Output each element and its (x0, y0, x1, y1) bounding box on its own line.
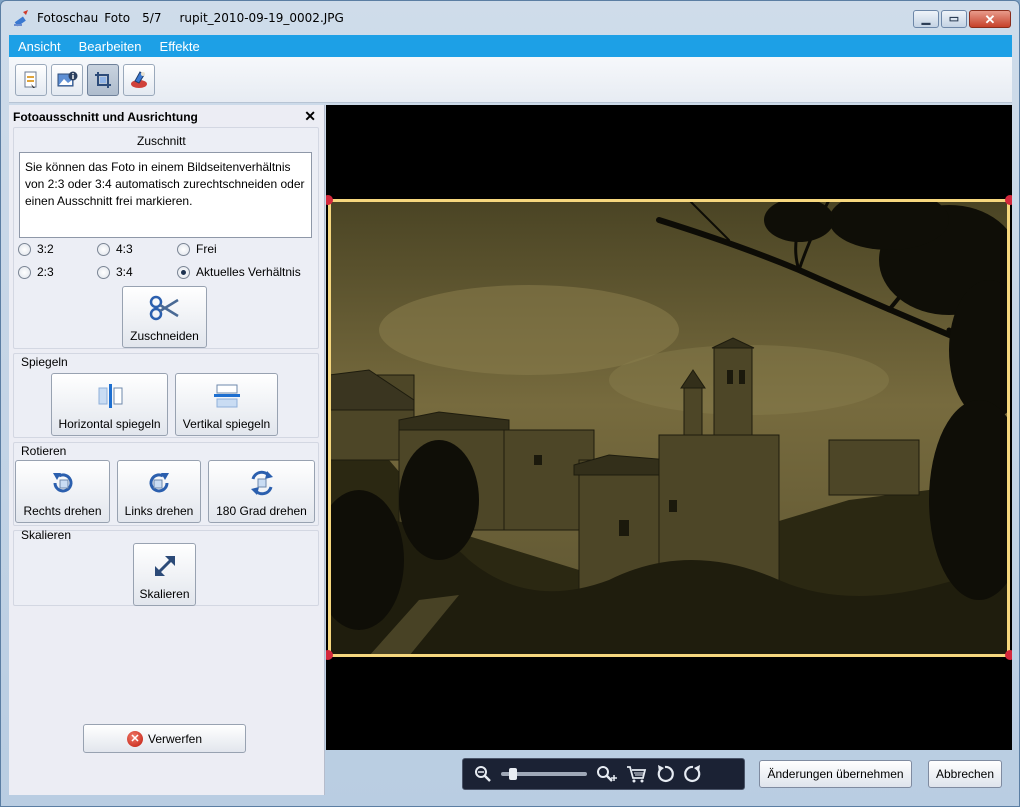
scale-group-label: Skalieren (21, 528, 72, 542)
window-title-file: rupit_2010-09-19_0002.JPG (179, 11, 344, 25)
page-tool-icon (24, 71, 37, 88)
zoom-slider-knob[interactable] (509, 768, 517, 780)
apply-changes-label: Änderungen übernehmen (767, 767, 904, 781)
radio-button[interactable] (18, 265, 31, 279)
ratio-option-2-3[interactable]: 2:3 (18, 265, 54, 279)
page-tool-button[interactable] (15, 63, 47, 96)
color-tool-button[interactable] (123, 63, 155, 96)
menu-bearbeiten[interactable]: Bearbeiten (70, 39, 151, 54)
rotate-left-label: Links drehen (124, 504, 194, 518)
menu-bar: Ansicht Bearbeiten Effekte (9, 35, 1012, 57)
color-tool-icon (131, 70, 147, 88)
crop-group-label: Zuschnitt (137, 134, 186, 148)
crop-description: Sie können das Foto in einem Bildseitenv… (19, 152, 312, 238)
ratio-option-4-3[interactable]: 4:3 (97, 242, 133, 256)
mirror-group-label: Spiegeln (21, 355, 68, 369)
crop-handle-bottom-left[interactable] (326, 650, 333, 660)
image-info-button[interactable] (51, 63, 83, 96)
rotate-group-label: Rotieren (21, 444, 67, 458)
minimize-icon: ▁ (921, 12, 931, 25)
minimize-button[interactable]: ▁ (913, 10, 939, 28)
radio-button[interactable] (97, 242, 110, 256)
menu-ansicht[interactable]: Ansicht (9, 39, 70, 54)
rotate-right-icon (49, 461, 77, 504)
crop-tool-button[interactable] (87, 63, 119, 96)
title-bar[interactable]: Fotoschau Foto 5/7 rupit_2010-09-19_0002… (1, 1, 1019, 35)
radio-button[interactable] (97, 265, 110, 279)
zoom-in-icon[interactable] (595, 764, 617, 784)
cancel-button[interactable]: Abbrechen (928, 760, 1002, 788)
mirror-vertical-button[interactable]: Vertikal spiegeln (175, 373, 278, 436)
toolbar (9, 57, 1012, 103)
mirror-horizontal-icon (95, 374, 125, 417)
ratio-option-current[interactable]: Aktuelles Verhältnis (177, 265, 301, 279)
window-title-counter: 5/7 (142, 11, 162, 25)
ratio-option-3-2[interactable]: 3:2 (18, 242, 54, 256)
mirror-vertical-label: Vertikal spiegeln (182, 417, 271, 431)
close-icon: ✕ (984, 11, 996, 27)
scale-button[interactable]: Skalieren (133, 543, 196, 606)
crop-handle-bottom-right[interactable] (1005, 650, 1012, 660)
mirror-horizontal-button[interactable]: Horizontal spiegeln (51, 373, 168, 436)
radio-button[interactable] (18, 242, 31, 256)
ratio-label: 3:4 (116, 265, 133, 279)
window-title-mode: Foto (104, 11, 131, 25)
radio-button-selected[interactable] (177, 265, 190, 279)
crop-tool-icon (95, 71, 111, 88)
ratio-option-3-4[interactable]: 3:4 (97, 265, 133, 279)
discard-button[interactable]: ✕ Verwerfen (83, 724, 246, 753)
image-info-icon (57, 71, 78, 86)
cancel-label: Abbrechen (935, 767, 995, 781)
rotate-right-small-icon[interactable] (683, 764, 703, 784)
scissors-icon (148, 287, 182, 329)
crop-description-text: Sie können das Foto in einem Bildseitenv… (25, 160, 305, 208)
scale-button-label: Skalieren (139, 587, 190, 601)
apply-changes-button[interactable]: Änderungen übernehmen (759, 760, 912, 788)
crop-selection-frame[interactable] (328, 199, 1010, 657)
mirror-vertical-icon (212, 374, 242, 417)
crop-button[interactable]: Zuschneiden (122, 286, 207, 348)
zoom-slider[interactable] (501, 768, 587, 780)
crop-button-label: Zuschneiden (130, 329, 199, 343)
ratio-label: Aktuelles Verhältnis (196, 265, 301, 279)
maximize-icon: ▭ (948, 12, 960, 25)
rotate-180-icon (247, 461, 277, 504)
rotate-180-label: 180 Grad drehen (216, 504, 307, 518)
crop-handle-top-right[interactable] (1005, 195, 1012, 205)
crop-orientation-panel: Fotoausschnitt und Ausrichtung ✕ Zuschni… (9, 105, 325, 795)
rotate-180-button[interactable]: 180 Grad drehen (208, 460, 315, 523)
ratio-label: 2:3 (37, 265, 54, 279)
discard-x-icon: ✕ (126, 730, 143, 747)
zoom-out-icon[interactable] (473, 764, 493, 784)
ratio-option-frei[interactable]: Frei (177, 242, 217, 256)
rotate-right-button[interactable]: Rechts drehen (15, 460, 110, 523)
ratio-label: 3:2 (37, 242, 54, 256)
cart-icon[interactable] (625, 764, 647, 784)
maximize-button[interactable]: ▭ (941, 10, 967, 28)
discard-button-label: Verwerfen (147, 731, 203, 746)
panel-title: Fotoausschnitt und Ausrichtung (13, 110, 198, 124)
rotate-right-label: Rechts drehen (23, 504, 102, 518)
resize-arrows-icon (151, 544, 179, 587)
panel-close-icon[interactable]: ✕ (304, 108, 316, 125)
close-window-button[interactable]: ✕ (969, 10, 1011, 28)
ratio-label: Frei (196, 242, 217, 256)
mirror-horizontal-label: Horizontal spiegeln (58, 417, 161, 431)
radio-button[interactable] (177, 242, 190, 256)
zoom-toolbar (462, 758, 745, 790)
photo-canvas[interactable] (326, 105, 1012, 750)
window-title-app: Fotoschau (37, 11, 99, 25)
app-pen-icon (13, 9, 31, 27)
ratio-label: 4:3 (116, 242, 133, 256)
rotate-left-button[interactable]: Links drehen (117, 460, 201, 523)
menu-effekte[interactable]: Effekte (151, 39, 209, 54)
app-window: Fotoschau Foto 5/7 rupit_2010-09-19_0002… (0, 0, 1020, 807)
rotate-left-icon (145, 461, 173, 504)
rotate-left-small-icon[interactable] (655, 764, 675, 784)
